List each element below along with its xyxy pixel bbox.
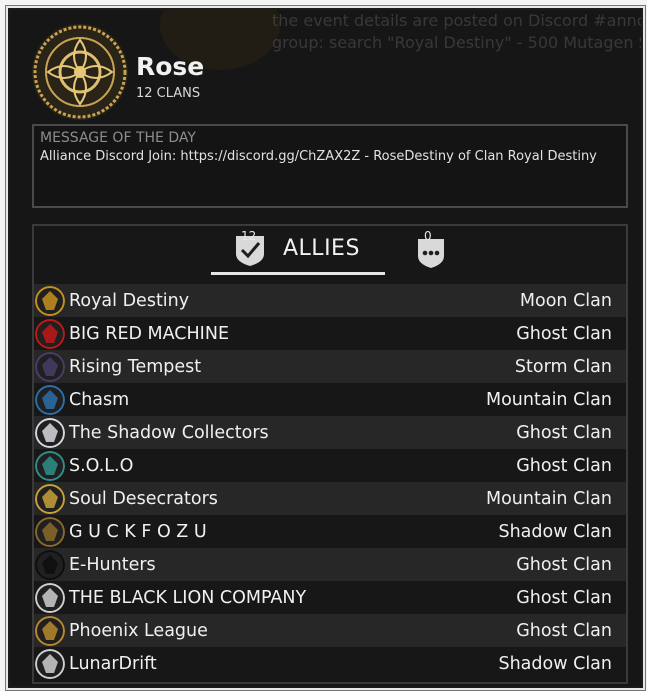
clan-tier: Ghost Clan [516,323,612,344]
phoenix-emblem-icon [35,615,65,646]
alliance-title: Rose [136,52,205,81]
clan-row[interactable]: Chasm Mountain Clan [34,383,626,416]
tab-allies[interactable]: 12 ALLIES [211,228,385,275]
clan-row[interactable]: S.O.L.O Ghost Clan [34,449,626,482]
background-line: group: search "Royal Destiny" - 500 Muta… [272,33,643,52]
lotus-crest-icon [32,24,128,120]
clan-name: THE BLACK LION COMPANY [69,587,307,608]
tempest-emblem-icon [35,351,65,382]
clan-name: G U C K F O Z U [69,521,207,542]
clan-tier: Ghost Clan [516,620,612,641]
clan-name: Soul Desecrators [69,488,218,509]
clan-tier: Ghost Clan [516,587,612,608]
clan-tier: Moon Clan [519,290,612,311]
clan-tier: Ghost Clan [516,554,612,575]
allies-count: 12 [241,229,257,243]
g-emblem-icon [35,516,65,547]
clan-row[interactable]: THE BLACK LION COMPANY Ghost Clan [34,581,626,614]
clan-row[interactable]: The Shadow Collectors Ghost Clan [34,416,626,449]
clan-row[interactable]: Phoenix League Ghost Clan [34,614,626,647]
clan-name: Rising Tempest [69,356,202,377]
clan-tier: Shadow Clan [498,521,612,542]
shadow-collectors-emblem-icon [35,417,65,448]
background-text: the event details are posted on Discord … [272,10,643,54]
clan-row[interactable]: E-Hunters Ghost Clan [34,548,626,581]
motd-label: MESSAGE OF THE DAY [40,130,196,146]
clan-list: Royal Destiny Moon Clan BIG RED MACHINE Gho… [34,284,626,680]
alliance-window: the event details are posted on Discord … [8,8,643,688]
clan-tier: Ghost Clan [516,455,612,476]
default-clan-emblem-icon [35,648,65,679]
clan-tier: Storm Clan [514,356,612,377]
clan-name: Royal Destiny [69,290,190,311]
chasm-emblem-icon [35,384,65,415]
tab-pending[interactable]: 0 [414,228,450,272]
clan-tier: Mountain Clan [486,488,612,509]
motd-text[interactable]: Alliance Discord Join: https://discord.g… [40,149,620,164]
clan-list-panel: 12 ALLIES 0 Royal Destiny Moon Clan BIG RE… [32,224,628,684]
clan-row[interactable]: G U C K F O Z U Shadow Clan [34,515,626,548]
message-of-the-day: MESSAGE OF THE DAY Alliance Discord Join… [32,124,628,208]
clan-row[interactable]: BIG RED MACHINE Ghost Clan [34,317,626,350]
clan-name: E-Hunters [69,554,156,575]
lion-emblem-icon [35,285,65,316]
clan-count: 12 CLANS [136,86,201,101]
clan-row[interactable]: LunarDrift Shadow Clan [34,647,626,680]
clan-row[interactable]: Royal Destiny Moon Clan [34,284,626,317]
pending-count: 0 [424,229,432,243]
allies-tab-label: ALLIES [283,236,360,261]
clan-tier: Ghost Clan [516,422,612,443]
clan-row[interactable]: Rising Tempest Storm Clan [34,350,626,383]
skull-emblem-icon [35,483,65,514]
clan-name: Chasm [69,389,130,410]
clan-name: Phoenix League [69,620,208,641]
clan-name: The Shadow Collectors [69,422,269,443]
e-hunters-emblem-icon [35,549,65,580]
red-machine-emblem-icon [35,318,65,349]
clan-name: BIG RED MACHINE [69,323,229,344]
clan-row[interactable]: Soul Desecrators Mountain Clan [34,482,626,515]
background-line: the event details are posted on Discord … [272,11,643,30]
clan-name: S.O.L.O [69,455,134,476]
default-clan-emblem-icon [35,582,65,613]
solo-emblem-icon [35,450,65,481]
clan-tier: Mountain Clan [486,389,612,410]
clan-name: LunarDrift [69,653,157,674]
clan-tier: Shadow Clan [498,653,612,674]
